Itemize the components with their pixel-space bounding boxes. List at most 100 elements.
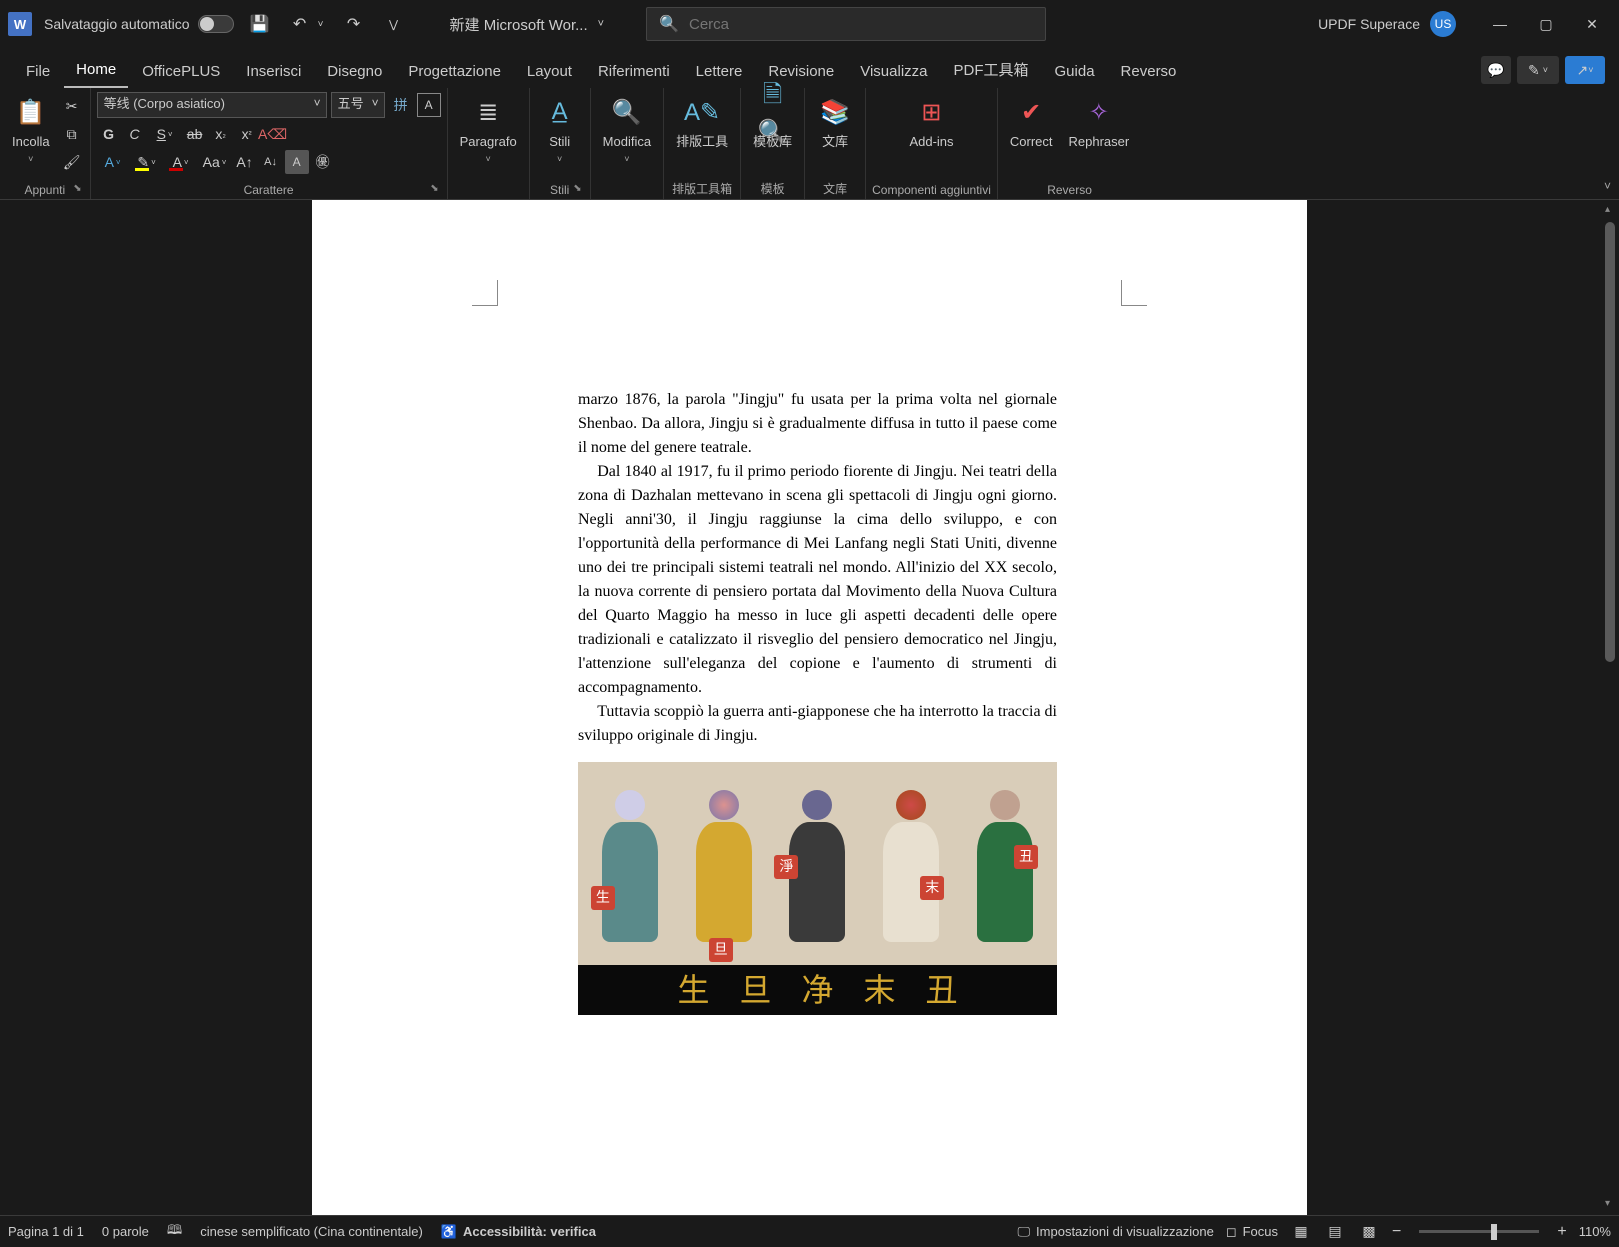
save-icon[interactable]: 💾 <box>246 10 274 38</box>
styles-button[interactable]: A̲ Stili ˅ <box>536 92 584 166</box>
autosave-toggle[interactable]: Salvataggio automatico <box>44 15 234 33</box>
tab-layout[interactable]: Layout <box>515 55 584 88</box>
rephraser-button[interactable]: ✧ Rephraser <box>1063 92 1136 152</box>
undo-icon[interactable]: ↶ <box>286 10 314 38</box>
tab-lettere[interactable]: Lettere <box>684 55 755 88</box>
zoom-out-icon[interactable]: − <box>1392 1223 1401 1241</box>
tab-officeplus[interactable]: OfficePLUS <box>130 55 232 88</box>
paste-button[interactable]: 📋 Incolla ˅ <box>6 92 56 166</box>
autosave-label: Salvataggio automatico <box>44 16 190 32</box>
tab-home[interactable]: Home <box>64 53 128 88</box>
zoom-level[interactable]: 110% <box>1579 1224 1611 1239</box>
edit-button[interactable]: 🔍 Modifica ˅ <box>597 92 657 166</box>
cut-icon[interactable]: ✂ <box>60 94 84 118</box>
char-shading-icon[interactable]: A <box>285 150 309 174</box>
dialog-launcher-icon[interactable]: ⬊ <box>573 183 581 194</box>
spellcheck-icon[interactable]: 🕮 <box>167 1221 182 1243</box>
char-border-icon[interactable]: A <box>417 93 441 117</box>
zoom-in-icon[interactable]: + <box>1557 1223 1566 1241</box>
display-settings[interactable]: 🖵Impostazioni di visualizzazione <box>1018 1224 1214 1240</box>
page-indicator[interactable]: Pagina 1 di 1 <box>8 1224 84 1239</box>
dialog-launcher-icon[interactable]: ⬊ <box>430 183 438 194</box>
template-icon: 🗎🔍 <box>755 94 791 130</box>
bold-icon[interactable]: G <box>97 122 121 146</box>
share-button[interactable]: ↗˅ <box>1565 56 1605 84</box>
correct-button[interactable]: ✔ Correct <box>1004 92 1059 152</box>
focus-mode[interactable]: ◻Focus <box>1226 1224 1278 1240</box>
paragraph[interactable]: Dal 1840 al 1917, fu il primo periodo fi… <box>578 460 1057 700</box>
tab-riferimenti[interactable]: Riferimenti <box>586 55 682 88</box>
status-bar: Pagina 1 di 1 0 parole 🕮 cinese semplifi… <box>0 1215 1619 1247</box>
word-count[interactable]: 0 parole <box>102 1224 149 1239</box>
grow-font-icon[interactable]: A↑ <box>233 150 257 174</box>
tab-guida[interactable]: Guida <box>1043 55 1107 88</box>
maximize-button[interactable]: ▢ <box>1532 10 1560 38</box>
correct-icon: ✔ <box>1013 94 1049 130</box>
tab-inserisci[interactable]: Inserisci <box>234 55 313 88</box>
minimize-button[interactable]: — <box>1486 10 1514 38</box>
highlight-icon[interactable]: ✎˅ <box>131 150 163 174</box>
tab-reverso[interactable]: Reverso <box>1109 55 1189 88</box>
wenku-button[interactable]: 📚 文库 <box>811 92 859 152</box>
change-case-icon[interactable]: Aa˅ <box>199 150 231 174</box>
text-effects-icon[interactable]: A˅ <box>97 150 129 174</box>
italic-icon[interactable]: C <box>123 122 147 146</box>
tab-progettazione[interactable]: Progettazione <box>396 55 513 88</box>
addins-button[interactable]: ⊞ Add-ins <box>903 92 959 152</box>
copy-icon[interactable]: ⧉ <box>60 122 84 146</box>
group-styles: A̲ Stili ˅ Stili⬊ <box>530 88 591 199</box>
tab-disegno[interactable]: Disegno <box>315 55 394 88</box>
chevron-down-icon: ˅ <box>624 154 629 164</box>
enclose-char-icon[interactable]: ㊝ <box>311 150 335 174</box>
subscript-icon[interactable]: x₂ <box>209 122 233 146</box>
toggle-switch[interactable] <box>198 15 234 33</box>
qat-customize-icon[interactable]: ⋁ <box>380 10 408 38</box>
tab-pdftoolbox[interactable]: PDF工具箱 <box>942 51 1041 88</box>
read-mode-icon[interactable]: ▦ <box>1290 1221 1312 1243</box>
font-name-select[interactable]: 等线 (Corpo asiatico) <box>97 92 327 118</box>
font-size-select[interactable]: 五号 <box>331 92 385 118</box>
comments-button[interactable]: 💬 <box>1481 56 1511 84</box>
phonetic-guide-icon[interactable]: 拼 <box>389 93 413 117</box>
mobanku-button[interactable]: 🗎🔍 模板库 <box>747 92 798 152</box>
paragraph-button[interactable]: ≣ Paragrafo ˅ <box>454 92 523 166</box>
scroll-thumb[interactable] <box>1605 222 1615 662</box>
scroll-up-icon[interactable]: ▴ <box>1605 204 1610 215</box>
document-title[interactable]: 新建 Microsoft Wor... ˅ <box>450 14 605 35</box>
accessibility-check[interactable]: ♿Accessibilità: verifica <box>441 1224 596 1240</box>
page[interactable]: marzo 1876, la parola "Jingju" fu usata … <box>312 200 1307 1215</box>
shrink-font-icon[interactable]: A↓ <box>259 150 283 174</box>
search-input[interactable] <box>689 16 1033 33</box>
scroll-down-icon[interactable]: ▾ <box>1605 1198 1610 1209</box>
print-layout-icon[interactable]: ▤ <box>1324 1221 1346 1243</box>
redo-icon[interactable]: ↷ <box>340 10 368 38</box>
library-icon: 📚 <box>817 94 853 130</box>
search-box[interactable]: 🔍 <box>646 7 1046 41</box>
styles-icon: A̲ <box>542 94 578 130</box>
figurine-mo: 末 <box>876 790 946 960</box>
page-content[interactable]: marzo 1876, la parola "Jingju" fu usata … <box>578 388 1057 1015</box>
avatar[interactable]: US <box>1430 11 1456 37</box>
language-indicator[interactable]: cinese semplificato (Cina continentale) <box>200 1224 423 1239</box>
undo-caret-icon[interactable]: ˅ <box>314 10 328 38</box>
strikethrough-icon[interactable]: ab <box>183 122 207 146</box>
close-button[interactable]: ✕ <box>1578 10 1606 38</box>
clear-format-icon[interactable]: A⌫ <box>261 122 285 146</box>
paragraph[interactable]: marzo 1876, la parola "Jingju" fu usata … <box>578 388 1057 460</box>
group-wenku-label: 文库 <box>811 178 859 199</box>
web-layout-icon[interactable]: ▩ <box>1358 1221 1380 1243</box>
format-painter-icon[interactable]: 🖌 <box>60 150 84 174</box>
underline-icon[interactable]: S˅ <box>149 122 181 146</box>
vertical-scrollbar[interactable]: ▴ ▾ <box>1603 202 1617 1211</box>
tab-file[interactable]: File <box>14 55 62 88</box>
editing-mode-button[interactable]: ✎˅ <box>1517 56 1559 84</box>
font-color-icon[interactable]: A˅ <box>165 150 197 174</box>
tab-visualizza[interactable]: Visualizza <box>848 55 939 88</box>
paiban-button[interactable]: A✎ 排版工具 <box>670 92 734 152</box>
paragraph[interactable]: Tuttavia scoppiò la guerra anti-giappone… <box>578 700 1057 748</box>
superscript-icon[interactable]: x² <box>235 122 259 146</box>
user-name[interactable]: UPDF Superace <box>1318 16 1420 32</box>
ribbon-collapse-icon[interactable]: ˅ <box>1604 179 1611 193</box>
zoom-slider[interactable] <box>1419 1230 1539 1233</box>
dialog-launcher-icon[interactable]: ⬊ <box>73 183 81 194</box>
